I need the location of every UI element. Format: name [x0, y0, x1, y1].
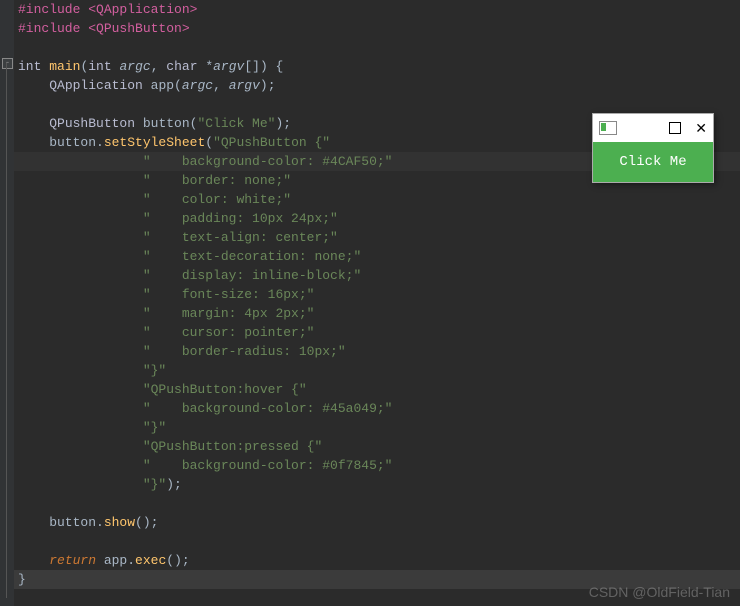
code-line: int main(int argc, char *argv[]) { — [14, 57, 740, 76]
code-line: " text-align: center;" — [14, 228, 740, 247]
code-line: "QPushButton:pressed {" — [14, 437, 740, 456]
code-line: #include <QPushButton> — [14, 19, 740, 38]
maximize-icon[interactable] — [669, 122, 681, 134]
window-titlebar[interactable]: ✕ — [593, 114, 713, 142]
code-line: button.show(); — [14, 513, 740, 532]
code-line: "QPushButton:hover {" — [14, 380, 740, 399]
code-line: " background-color: #45a049;" — [14, 399, 740, 418]
output-window[interactable]: ✕ Click Me — [592, 113, 714, 183]
code-line: "}" — [14, 418, 740, 437]
code-line: " display: inline-block;" — [14, 266, 740, 285]
code-area[interactable]: #include <QApplication> #include <QPushB… — [14, 0, 740, 606]
code-line: "}"); — [14, 475, 740, 494]
code-line — [14, 494, 740, 513]
code-line — [14, 95, 740, 114]
code-line: " font-size: 16px;" — [14, 285, 740, 304]
code-line: } — [14, 570, 740, 589]
code-line: " cursor: pointer;" — [14, 323, 740, 342]
editor-gutter: - — [0, 0, 14, 606]
code-line: " background-color: #0f7845;" — [14, 456, 740, 475]
fold-toggle-icon[interactable]: - — [2, 58, 13, 69]
code-editor[interactable]: - #include <QApplication> #include <QPus… — [0, 0, 740, 606]
window-app-icon — [599, 121, 617, 135]
code-line: QApplication app(argc, argv); — [14, 76, 740, 95]
code-line: " margin: 4px 2px;" — [14, 304, 740, 323]
click-me-button[interactable]: Click Me — [593, 142, 713, 182]
close-icon[interactable]: ✕ — [695, 123, 707, 133]
code-line: "}" — [14, 361, 740, 380]
code-line: #include <QApplication> — [14, 0, 740, 19]
code-line — [14, 38, 740, 57]
code-line: " padding: 10px 24px;" — [14, 209, 740, 228]
code-line: " color: white;" — [14, 190, 740, 209]
code-line: " text-decoration: none;" — [14, 247, 740, 266]
code-line: return app.exec(); — [14, 551, 740, 570]
code-line — [14, 532, 740, 551]
code-line: " border-radius: 10px;" — [14, 342, 740, 361]
fold-guide — [6, 63, 7, 598]
